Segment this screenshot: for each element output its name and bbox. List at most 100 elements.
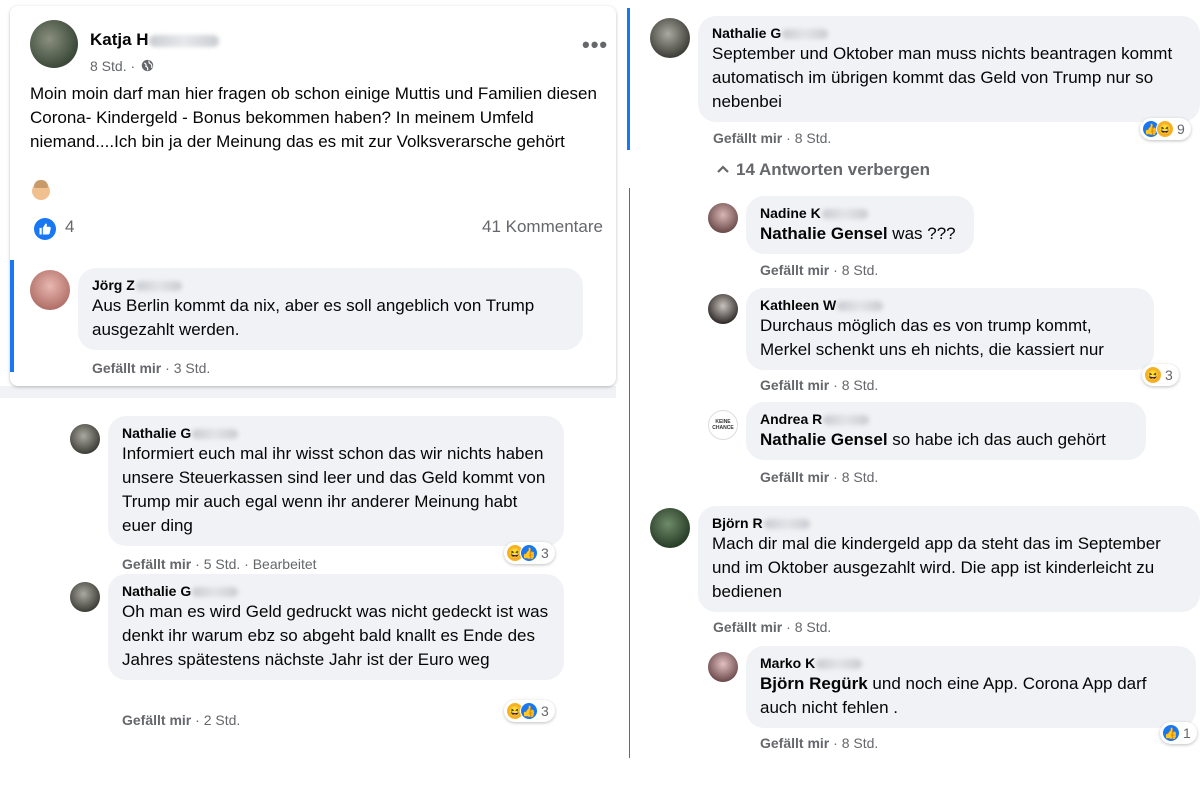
like-link[interactable]: Gefällt mir	[760, 377, 829, 393]
comment-actions: Gefällt mir · 8 Std.	[713, 130, 831, 146]
commenter-name[interactable]: Björn R	[712, 514, 1186, 532]
comment-bubble: Nathalie G September und Oktober man mus…	[698, 16, 1200, 122]
reactions-summary[interactable]: 😆 👍 3	[504, 700, 555, 722]
commenter-avatar[interactable]	[30, 270, 70, 310]
commenter-avatar[interactable]	[650, 508, 690, 548]
post-card: Katja H 8 Std. · ••• Moin moin darf man …	[10, 6, 616, 386]
comment-text: Mach dir mal die kindergeld app da steht…	[712, 534, 1161, 601]
commenter-avatar[interactable]	[70, 582, 100, 612]
like-icon[interactable]	[34, 218, 56, 245]
comment-time[interactable]: · 8 Std.	[829, 377, 878, 393]
comment-bubble: Marko K Björn Regürk und noch eine App. …	[746, 646, 1196, 728]
chevron-up-icon	[717, 165, 729, 173]
comment-actions: Gefällt mir · 8 Std.	[713, 619, 831, 635]
reactions-summary[interactable]: 😆 3	[1142, 364, 1179, 386]
comment-actions: Gefällt mir · 8 Std.	[760, 262, 878, 278]
thread-line	[10, 260, 14, 372]
comment-text: Oh man es wird Geld gedruckt was nicht g…	[122, 602, 549, 669]
more-icon[interactable]: •••	[582, 32, 608, 58]
comment-actions: Gefällt mir · 8 Std.	[760, 735, 878, 751]
commenter-avatar[interactable]	[708, 203, 738, 233]
post-author[interactable]: Katja H	[90, 30, 219, 50]
comment-text: Nathalie Gensel was ???	[760, 224, 956, 243]
commenter-name[interactable]: Andrea R	[760, 410, 1132, 428]
comment-text: September und Oktober man muss nichts be…	[712, 44, 1173, 111]
reaction-count: 3	[541, 703, 549, 719]
comment-text: Informiert euch mal ihr wisst schon das …	[122, 444, 546, 535]
person-emoji-icon	[32, 180, 50, 200]
comment-text: Aus Berlin kommt da nix, aber es soll an…	[92, 296, 535, 339]
reactions-summary[interactable]: 👍 😆 9	[1140, 118, 1191, 140]
comment-bubble: Jörg Z Aus Berlin kommt da nix, aber es …	[78, 268, 583, 350]
commenter-avatar[interactable]	[708, 294, 738, 324]
comments-count[interactable]: 41 Kommentare	[482, 217, 603, 237]
globe-icon	[141, 59, 154, 72]
comment-time[interactable]: · 8 Std.	[782, 130, 831, 146]
haha-icon: 😆	[1144, 366, 1162, 384]
comment-text: Nathalie Gensel so habe ich das auch geh…	[760, 430, 1106, 449]
comment-actions: Gefällt mir · 2 Std.	[122, 712, 240, 728]
avatar-logo: KEINE CHANCE	[712, 419, 734, 431]
like-link[interactable]: Gefällt mir	[760, 262, 829, 278]
comment-time[interactable]: · 8 Std.	[829, 735, 878, 751]
reactions-summary[interactable]: 👍 1	[1160, 722, 1197, 744]
reaction-count: 1	[1183, 725, 1191, 741]
feed-background	[0, 386, 616, 398]
commenter-name[interactable]: Marko K	[760, 654, 1182, 672]
commenter-avatar[interactable]	[70, 424, 100, 454]
like-link[interactable]: Gefällt mir	[713, 130, 782, 146]
comment-thread: Nathalie G September und Oktober man mus…	[630, 0, 1200, 760]
comment-actions: Gefällt mir · 8 Std.	[760, 377, 878, 393]
comment-text: Björn Regürk und noch eine App. Corona A…	[760, 674, 1147, 717]
comment-bubble: Kathleen W Durchaus möglich das es von t…	[746, 288, 1154, 370]
haha-icon: 😆	[1156, 120, 1174, 138]
author-avatar[interactable]	[30, 20, 78, 68]
reaction-count: 3	[541, 545, 549, 561]
comment-bubble: Andrea R Nathalie Gensel so habe ich das…	[746, 402, 1146, 460]
mention-link[interactable]: Björn Regürk	[760, 674, 868, 693]
commenter-name[interactable]: Kathleen W	[760, 296, 1140, 314]
reaction-count: 9	[1177, 121, 1185, 137]
like-icon: 👍	[1162, 724, 1180, 742]
like-link[interactable]: Gefällt mir	[713, 619, 782, 635]
comment-time[interactable]: · 8 Std.	[829, 469, 878, 485]
commenter-avatar[interactable]	[708, 652, 738, 682]
reaction-count[interactable]: 4	[65, 217, 74, 237]
commenter-name[interactable]: Nathalie G	[122, 582, 550, 600]
reactions-summary[interactable]: 😆 👍 3	[504, 542, 555, 564]
name-redaction	[148, 34, 219, 47]
reaction-count: 3	[1165, 367, 1173, 383]
commenter-avatar[interactable]	[650, 18, 690, 58]
commenter-name[interactable]: Jörg Z	[92, 276, 569, 294]
author-name[interactable]: Katja H	[90, 30, 149, 49]
comment-actions: Gefällt mir · 3 Std.	[92, 360, 210, 376]
like-link[interactable]: Gefällt mir	[760, 469, 829, 485]
comment-time[interactable]: · 5 Std. · Bearbeitet	[191, 556, 316, 572]
commenter-name[interactable]: Nathalie G	[122, 424, 550, 442]
comment-bubble: Nathalie G Oh man es wird Geld gedruckt …	[108, 574, 564, 680]
like-link[interactable]: Gefällt mir	[122, 556, 191, 572]
like-link[interactable]: Gefällt mir	[122, 712, 191, 728]
like-link[interactable]: Gefällt mir	[760, 735, 829, 751]
comment-bubble: Nadine K Nathalie Gensel was ???	[746, 196, 974, 254]
comment-time[interactable]: · 8 Std.	[829, 262, 878, 278]
comment-bubble: Björn R Mach dir mal die kindergeld app …	[698, 506, 1200, 612]
comment-text: Durchaus möglich das es von trump kommt,…	[760, 316, 1104, 359]
commenter-name[interactable]: Nadine K	[760, 204, 960, 222]
comment-actions: Gefällt mir · 5 Std. · Bearbeitet	[122, 556, 317, 572]
hide-replies-toggle[interactable]: 14 Antworten verbergen	[716, 160, 930, 180]
comment-time[interactable]: · 8 Std.	[782, 619, 831, 635]
like-link[interactable]: Gefällt mir	[92, 360, 161, 376]
commenter-name[interactable]: Nathalie G	[712, 24, 1186, 42]
mention-link[interactable]: Nathalie Gensel	[760, 224, 888, 243]
post-time[interactable]: 8 Std. ·	[90, 58, 154, 74]
like-icon: 👍	[520, 544, 538, 562]
comment-time[interactable]: · 2 Std.	[191, 712, 240, 728]
mention-link[interactable]: Nathalie Gensel	[760, 430, 888, 449]
post-timestamp[interactable]: 8 Std. ·	[90, 58, 135, 74]
post-text: Moin moin darf man hier fragen ob schon …	[30, 84, 597, 151]
comment-bubble: Nathalie G Informiert euch mal ihr wisst…	[108, 416, 564, 546]
commenter-avatar[interactable]: KEINE CHANCE	[708, 410, 738, 440]
comment-list: Nathalie G Informiert euch mal ihr wisst…	[0, 398, 616, 758]
comment-time[interactable]: · 3 Std.	[161, 360, 210, 376]
